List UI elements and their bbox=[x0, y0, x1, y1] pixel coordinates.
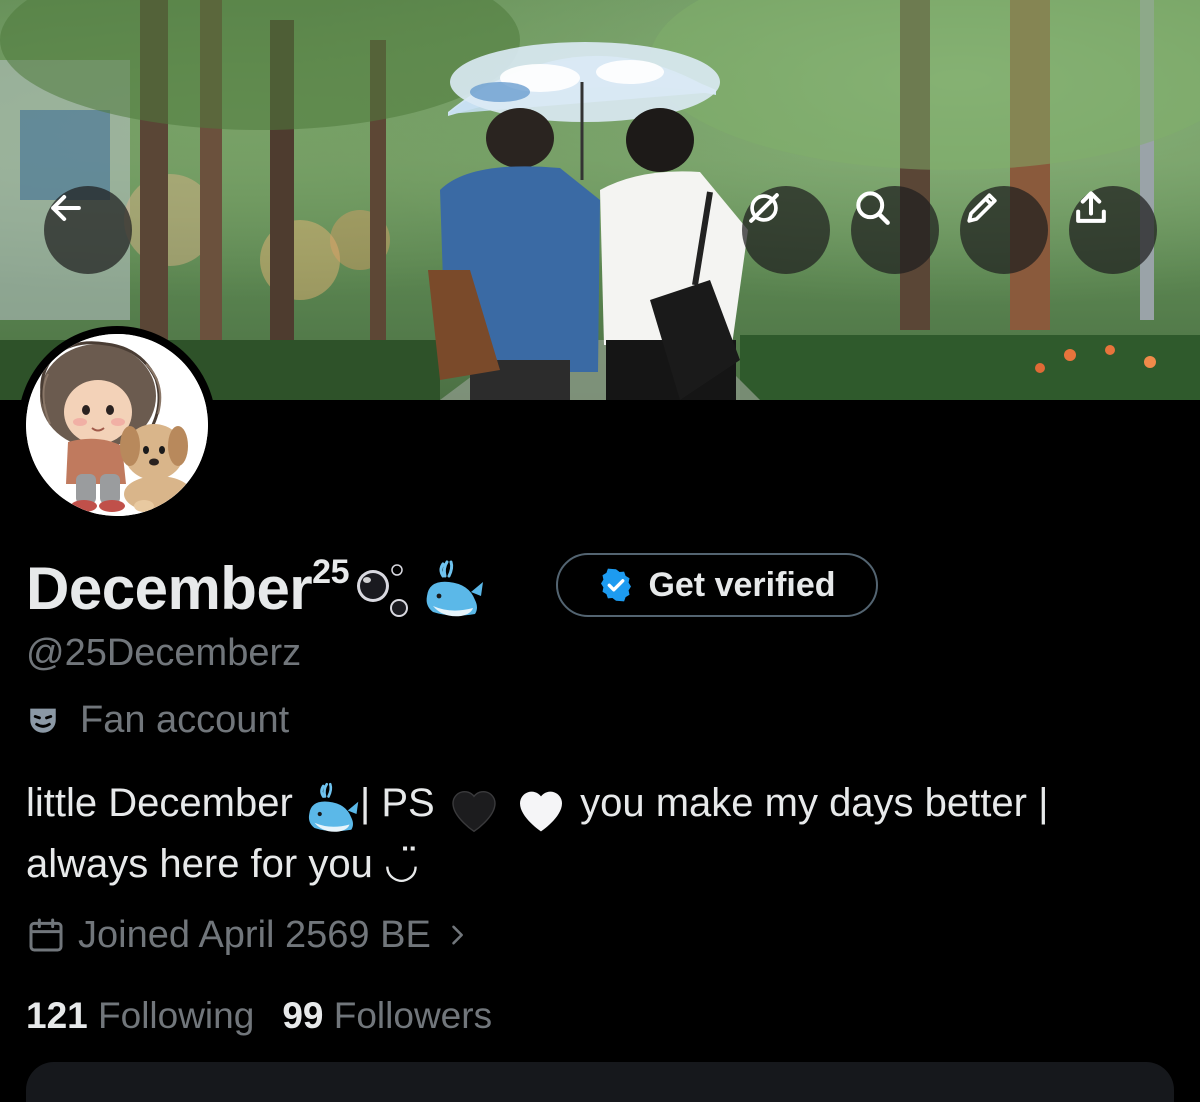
follow-stats: 121 Following 99 Followers bbox=[26, 992, 492, 1040]
verified-badge-icon bbox=[601, 568, 632, 602]
calendar-icon bbox=[29, 918, 63, 952]
bubbles-emoji bbox=[355, 558, 415, 618]
girl-with-puppy-illustration bbox=[26, 334, 208, 516]
white-heart-emoji bbox=[513, 776, 569, 834]
following-count: 121 bbox=[26, 995, 88, 1036]
bio-text-2: | PS bbox=[359, 781, 446, 825]
following-link[interactable]: 121 Following bbox=[26, 995, 254, 1037]
arrow-left-icon bbox=[51, 194, 81, 222]
bottom-card[interactable] bbox=[26, 1062, 1174, 1102]
profile-bio: little December | PS you make my days be… bbox=[26, 774, 1176, 893]
share-button[interactable] bbox=[1069, 186, 1157, 274]
followers-count: 99 bbox=[282, 995, 324, 1036]
spouting-whale-emoji bbox=[304, 776, 360, 835]
display-name: December25 bbox=[26, 553, 349, 622]
profile-handle: @25Decemberz bbox=[26, 632, 302, 674]
grok-icon bbox=[749, 193, 779, 223]
grok-button[interactable] bbox=[742, 186, 830, 274]
following-label: Following bbox=[98, 995, 255, 1036]
avatar-image bbox=[26, 334, 208, 516]
search-button[interactable] bbox=[851, 186, 939, 274]
bio-text-1: little December bbox=[26, 781, 304, 825]
smile-emoticon: ◡̈ bbox=[383, 842, 419, 887]
profile-avatar[interactable] bbox=[18, 326, 216, 524]
followers-link[interactable]: 99 Followers bbox=[282, 995, 492, 1037]
category-label: Fan account bbox=[80, 698, 290, 741]
get-verified-button[interactable]: Get verified bbox=[556, 553, 878, 617]
display-name-superscript: 25 bbox=[312, 553, 349, 591]
profile-banner[interactable] bbox=[0, 0, 1200, 400]
edit-button[interactable] bbox=[960, 186, 1048, 274]
get-verified-label: Get verified bbox=[648, 565, 836, 604]
followers-label: Followers bbox=[333, 995, 493, 1036]
share-upload-icon bbox=[1076, 191, 1106, 223]
back-button[interactable] bbox=[44, 186, 132, 274]
profile-page: December25 Get verified @25Decemberz Fan… bbox=[0, 0, 1200, 1102]
chevron-right-icon bbox=[452, 925, 463, 945]
profile-category: Fan account bbox=[26, 696, 289, 744]
display-name-row: December25 bbox=[26, 548, 485, 628]
performing-arts-mask-icon bbox=[30, 708, 56, 733]
search-icon bbox=[856, 191, 890, 225]
edit-pencil-icon bbox=[967, 193, 997, 223]
spouting-whale-emoji bbox=[421, 556, 485, 620]
joined-date-row[interactable]: Joined April 2569 BE bbox=[26, 910, 471, 960]
black-heart-emoji bbox=[446, 776, 502, 834]
joined-date: Joined April 2569 BE bbox=[78, 913, 431, 956]
